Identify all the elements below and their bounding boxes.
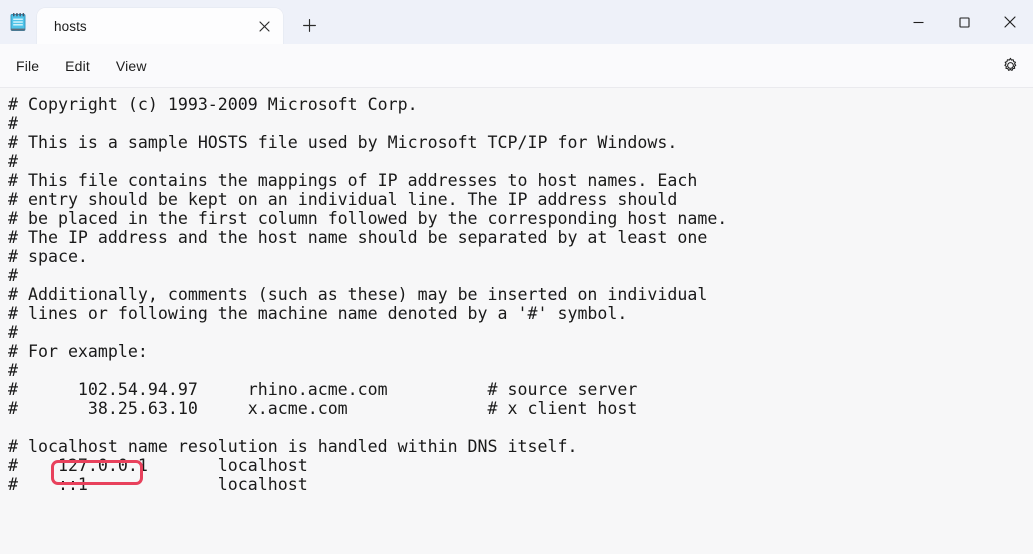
title-bar: hosts [0,0,1033,44]
editor-line: # Copyright (c) 1993-2009 Microsoft Corp… [8,95,418,114]
notepad-window: hosts File Edit View # Copyright (c) 199… [0,0,1033,554]
editor-line: # Additionally, comments (such as these)… [8,285,708,304]
editor-line: # ::1 localhost [8,475,308,494]
menu-bar: File Edit View [0,44,1033,88]
menu-item-file[interactable]: File [6,53,49,79]
editor-line: # The IP address and the host name shoul… [8,228,708,247]
tab-strip: hosts [37,0,325,44]
editor-line: # entry should be kept on an individual … [8,190,678,209]
text-editor[interactable]: # Copyright (c) 1993-2009 Microsoft Corp… [0,88,1033,554]
editor-line: # be placed in the first column followed… [8,209,728,228]
maximize-button[interactable] [941,0,987,44]
close-button[interactable] [987,0,1033,44]
editor-line: # [8,266,18,285]
notepad-icon [7,11,29,33]
tab-title: hosts [54,18,87,34]
editor-line: # 102.54.94.97 rhino.acme.com # source s… [8,380,638,399]
editor-line: # lines or following the machine name de… [8,304,628,323]
editor-line: # [8,152,18,171]
editor-line: # 127.0.0.1 localhost [8,456,308,475]
editor-line: # 38.25.63.10 x.acme.com # x client host [8,399,638,418]
editor-text-content[interactable]: # Copyright (c) 1993-2009 Microsoft Corp… [0,88,1033,554]
tab-hosts[interactable]: hosts [37,8,283,44]
editor-line: # For example: [8,342,148,361]
editor-line: # This is a sample HOSTS file used by Mi… [8,133,678,152]
editor-line: # space. [8,247,88,266]
window-caption-buttons [895,0,1033,44]
gear-icon [1002,57,1019,74]
minimize-button[interactable] [895,0,941,44]
settings-button[interactable] [995,51,1025,81]
plus-icon [302,18,317,33]
minimize-icon [912,16,925,29]
menu-item-edit[interactable]: Edit [55,53,100,79]
editor-line: # localhost name resolution is handled w… [8,437,578,456]
maximize-icon [958,16,971,29]
close-icon [1003,15,1017,29]
menu-item-view[interactable]: View [106,53,157,79]
tab-close-icon[interactable] [251,13,277,39]
editor-line: # [8,323,18,342]
editor-line: # [8,114,18,133]
editor-line: # This file contains the mappings of IP … [8,171,698,190]
editor-line: # [8,361,18,380]
new-tab-button[interactable] [293,9,325,41]
